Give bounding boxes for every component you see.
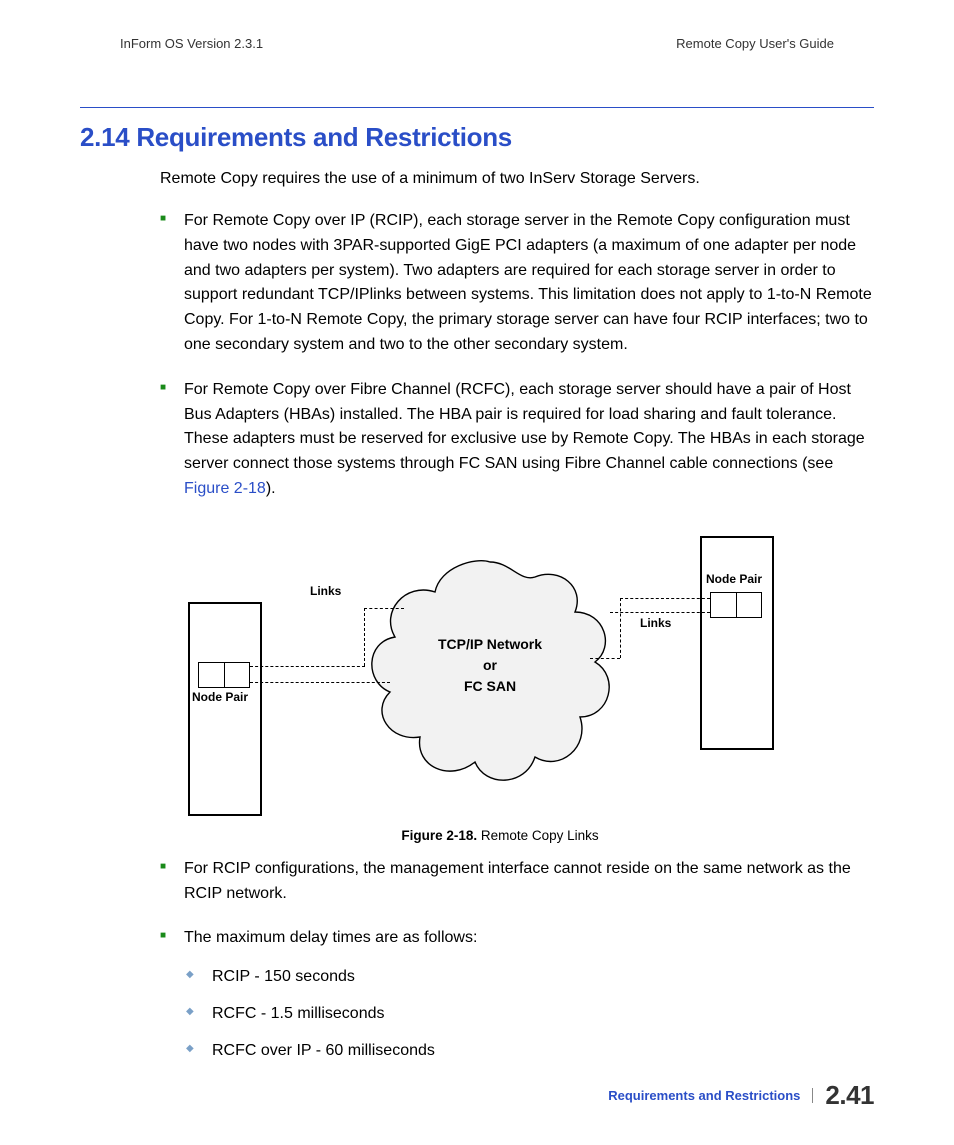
right-storage-server — [700, 536, 774, 750]
bullet-rcfc-text-post: ). — [266, 480, 276, 497]
bullet-rcfc-text-pre: For Remote Copy over Fibre Channel (RCFC… — [184, 381, 865, 472]
header-right: Remote Copy User's Guide — [676, 36, 834, 51]
dash-left-top — [364, 608, 404, 609]
bullet-rcfc: For Remote Copy over Fibre Channel (RCFC… — [160, 378, 874, 502]
figure-link[interactable]: Figure 2-18 — [184, 480, 266, 497]
left-node-pair-label: Node Pair — [192, 690, 248, 704]
dash-right-vert — [620, 598, 621, 658]
bullet-rcip-mgmt: For RCIP configurations, the management … — [160, 857, 874, 907]
figure-canvas: TCP/IP Network or FC SAN Node Pair Node … — [180, 522, 820, 822]
figure-caption-bold: Figure 2-18. — [401, 828, 477, 843]
left-links-label: Links — [310, 584, 341, 598]
footer-page-number: 2.41 — [813, 1080, 874, 1111]
cloud-line3: FC SAN — [370, 676, 610, 697]
page-footer: Requirements and Restrictions 2.41 — [608, 1080, 874, 1111]
section-intro: Remote Copy requires the use of a minimu… — [160, 167, 874, 191]
footer-section-label: Requirements and Restrictions — [608, 1088, 813, 1103]
bullet-delay: The maximum delay times are as follows: … — [160, 926, 874, 1063]
left-node-pair — [198, 662, 250, 688]
delay-sublist: RCIP - 150 seconds RCFC - 1.5 millisecon… — [184, 965, 874, 1063]
section-rule — [80, 107, 874, 108]
cloud-label: TCP/IP Network or FC SAN — [370, 634, 610, 697]
right-links-label: Links — [640, 616, 671, 630]
dash-right-bot — [590, 658, 620, 659]
dash-left-1 — [250, 666, 365, 667]
delay-rcfc: RCFC - 1.5 milliseconds — [184, 1002, 874, 1027]
right-node-pair-label: Node Pair — [706, 572, 762, 586]
dash-right-2 — [610, 612, 710, 613]
cloud-line2: or — [370, 655, 610, 676]
dash-left-vert — [364, 608, 365, 666]
cloud-line1: TCP/IP Network — [370, 634, 610, 655]
bullet-rcip: For Remote Copy over IP (RCIP), each sto… — [160, 209, 874, 358]
right-node-pair — [710, 592, 762, 618]
left-storage-server — [188, 602, 262, 816]
page-header: InForm OS Version 2.3.1 Remote Copy User… — [80, 36, 874, 57]
bullet-list-top: For Remote Copy over IP (RCIP), each sto… — [160, 209, 874, 502]
bullet-delay-text: The maximum delay times are as follows: — [184, 929, 477, 946]
figure-caption: Figure 2-18. Remote Copy Links — [180, 828, 820, 843]
document-page: InForm OS Version 2.3.1 Remote Copy User… — [0, 0, 954, 1145]
delay-rcip: RCIP - 150 seconds — [184, 965, 874, 990]
figure-caption-rest: Remote Copy Links — [477, 828, 599, 843]
dash-left-2 — [250, 682, 390, 683]
figure-2-18: TCP/IP Network or FC SAN Node Pair Node … — [180, 522, 820, 843]
bullet-list-bottom: For RCIP configurations, the management … — [160, 857, 874, 1064]
section-title: 2.14 Requirements and Restrictions — [80, 122, 874, 153]
dash-right-1 — [620, 598, 710, 599]
header-left: InForm OS Version 2.3.1 — [120, 36, 263, 51]
delay-rcfc-over-ip: RCFC over IP - 60 milliseconds — [184, 1039, 874, 1064]
